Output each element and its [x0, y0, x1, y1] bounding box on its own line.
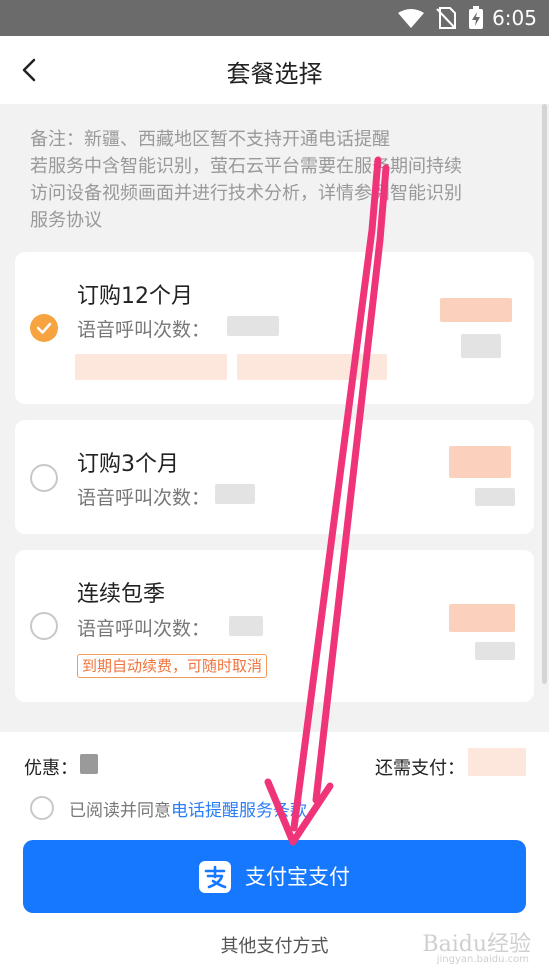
alipay-logo-icon [199, 861, 231, 893]
radio-unselected[interactable] [30, 464, 58, 492]
blurred-tag [237, 354, 387, 380]
note-line: 若服务中含智能识别，萤石云平台需要在服务期间持续 [30, 156, 462, 177]
plan-calls-label: 语音呼叫次数： [77, 618, 211, 640]
scrollbar[interactable] [542, 104, 547, 684]
clock: 6:05 [492, 6, 537, 30]
plan-calls-label: 语音呼叫次数： [77, 319, 211, 341]
blurred-value [227, 316, 279, 336]
blurred-discount [80, 754, 98, 774]
no-sim-icon [436, 7, 456, 29]
alipay-pay-button[interactable]: 支付宝支付 [23, 840, 526, 913]
service-terms-link[interactable]: 电话提醒服务条款 [171, 801, 307, 821]
blurred-value [215, 484, 255, 504]
status-bar: 6:05 [0, 0, 549, 36]
blurred-original-price [475, 488, 515, 506]
radio-unselected[interactable] [30, 612, 58, 640]
plan-card-quarterly[interactable]: 连续包季 语音呼叫次数： 到期自动续费，可随时取消 [15, 550, 534, 702]
note-line: 备注：新疆、西藏地区暂不支持开通电话提醒 [30, 129, 390, 150]
blurred-price [449, 604, 515, 632]
radio-selected[interactable] [30, 314, 58, 342]
check-icon [36, 322, 52, 334]
page-title: 套餐选择 [226, 60, 323, 88]
plan-name: 连续包季 [77, 582, 166, 607]
agreement-text: 已阅读并同意电话提醒服务条款 [69, 796, 307, 821]
plan-name: 订购3个月 [77, 452, 179, 477]
plan-name: 订购12个月 [77, 284, 193, 309]
note-line: 访问设备视频画面并进行技术分析，详情参阅智能识别 [30, 183, 462, 204]
blurred-amount [468, 748, 526, 776]
plan-card-12-months[interactable]: 订购12个月 语音呼叫次数： [15, 252, 534, 404]
alipay-button-label: 支付宝支付 [245, 865, 350, 889]
auto-renew-tag: 到期自动续费，可随时取消 [77, 654, 268, 678]
blurred-price [440, 298, 512, 322]
discount-label: 优惠： [24, 758, 78, 779]
blurred-original-price [461, 334, 501, 358]
agreement-prefix: 已阅读并同意 [69, 801, 171, 821]
blurred-price [449, 446, 511, 478]
plan-calls-label: 语音呼叫次数： [77, 487, 211, 509]
notes-text: 备注：新疆、西藏地区暂不支持开通电话提醒 若服务中含智能识别，萤石云平台需要在服… [30, 126, 520, 234]
nav-bar: 套餐选择 [0, 36, 549, 104]
battery-charging-icon [469, 6, 483, 29]
amount-due-label: 还需支付： [375, 758, 465, 779]
watermark-url: jingyan.baidu.com [436, 954, 529, 965]
wifi-icon [398, 9, 424, 28]
blurred-original-price [475, 642, 515, 660]
blurred-tag [75, 354, 227, 380]
blurred-value [229, 616, 263, 636]
note-line: 服务协议 [30, 210, 102, 231]
plan-card-3-months[interactable]: 订购3个月 语音呼叫次数： [15, 420, 534, 534]
agree-checkbox[interactable] [30, 796, 54, 820]
